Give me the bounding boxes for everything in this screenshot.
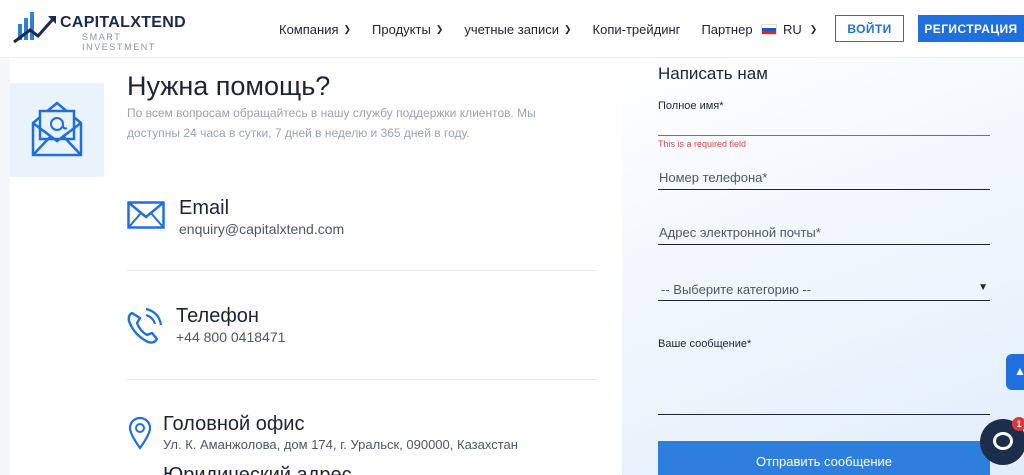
russia-flag-icon <box>761 23 777 35</box>
login-button[interactable]: ВОЙТИ <box>835 15 904 42</box>
legal-address-title: Юридический адрес <box>163 464 352 475</box>
support-mail-tile <box>10 83 104 177</box>
site-header: CAPITALXTEND SMART INVESTMENT Компания ❯ … <box>0 0 1024 58</box>
email-at-icon <box>31 101 83 157</box>
chevron-down-icon: ▼ <box>978 282 988 293</box>
nav-item-company[interactable]: Компания ❯ <box>279 22 351 37</box>
nav-item-partner[interactable]: Партнер <box>701 22 752 37</box>
phone-icon <box>127 307 162 344</box>
location-pin-icon <box>128 416 152 450</box>
nav-item-accounts[interactable]: учетные записи ❯ <box>464 22 571 37</box>
logo-mark-icon <box>13 12 56 44</box>
full-name-error: This is a required field <box>658 139 747 149</box>
nav-item-copy-trading[interactable]: Копи-трейдинг <box>593 22 681 37</box>
side-widget-tab[interactable]: ▲ <box>1006 354 1024 390</box>
nav-item-label: Партнер <box>701 21 753 37</box>
category-select-value: -- Выберите категорию -- <box>661 282 812 297</box>
language-label: RU <box>783 21 802 37</box>
brand-logo[interactable]: CAPITALXTEND SMART INVESTMENT <box>12 10 192 52</box>
phone-value[interactable]: +44 800 0418471 <box>176 329 285 345</box>
language-selector[interactable]: RU ❯ <box>761 16 817 42</box>
phone-underline <box>658 189 990 190</box>
divider <box>127 270 597 271</box>
nav-item-label: Копи-трейдинг <box>592 21 681 37</box>
nav-item-label: Продукты <box>372 21 431 37</box>
chevron-down-icon: ❯ <box>809 23 818 34</box>
message-label: Ваше сообщение* <box>658 338 752 350</box>
submit-button[interactable]: Отправить сообщение <box>658 441 990 475</box>
category-select[interactable]: -- Выберите категорию -- ▼ <box>658 278 990 302</box>
email-title: Email <box>179 197 230 219</box>
chevron-down-icon: ❯ <box>343 23 352 34</box>
chevron-down-icon: ❯ <box>435 23 444 34</box>
form-title: Написать нам <box>658 64 768 83</box>
office-address: Ул. К. Аманжолова, дом 174, г. Уральск, … <box>163 437 518 452</box>
help-description: По всем вопросам обращайтесь в нашу служ… <box>127 106 536 140</box>
nav-item-products[interactable]: Продукты ❯ <box>372 22 443 37</box>
page-title: Нужна помощь? <box>127 71 331 101</box>
divider <box>127 379 597 380</box>
envelope-icon <box>127 201 165 229</box>
full-name-underline <box>658 135 990 136</box>
phone-title: Телефон <box>176 305 259 327</box>
office-title: Головной офис <box>163 413 305 435</box>
category-underline <box>658 300 990 301</box>
brand-tagline: SMART INVESTMENT <box>82 32 157 52</box>
message-underline <box>658 414 990 415</box>
chevron-down-icon: ❯ <box>564 23 572 34</box>
message-textarea[interactable] <box>658 354 990 414</box>
email-underline <box>658 244 990 245</box>
nav-item-label: Компания <box>279 21 339 37</box>
chevron-up-icon: ▲ <box>1014 364 1024 378</box>
register-button[interactable]: РЕГИСТРАЦИЯ <box>918 15 1024 42</box>
email-field[interactable]: Адрес электронной почты* <box>659 225 821 240</box>
chat-bubble-icon <box>993 432 1013 450</box>
full-name-input[interactable] <box>658 114 990 134</box>
full-name-label: Полное имя* <box>658 100 724 112</box>
brand-name: CAPITALXTEND <box>60 14 186 31</box>
chat-notification-badge: 1 <box>1012 417 1024 431</box>
main-nav: Компания ❯ Продукты ❯ учетные записи ❯ Копи… <box>279 0 774 58</box>
email-value[interactable]: enquiry@capitalxtend.com <box>179 221 344 237</box>
nav-item-label: учетные записи <box>464 21 559 37</box>
phone-field[interactable]: Номер телефона* <box>659 170 767 185</box>
